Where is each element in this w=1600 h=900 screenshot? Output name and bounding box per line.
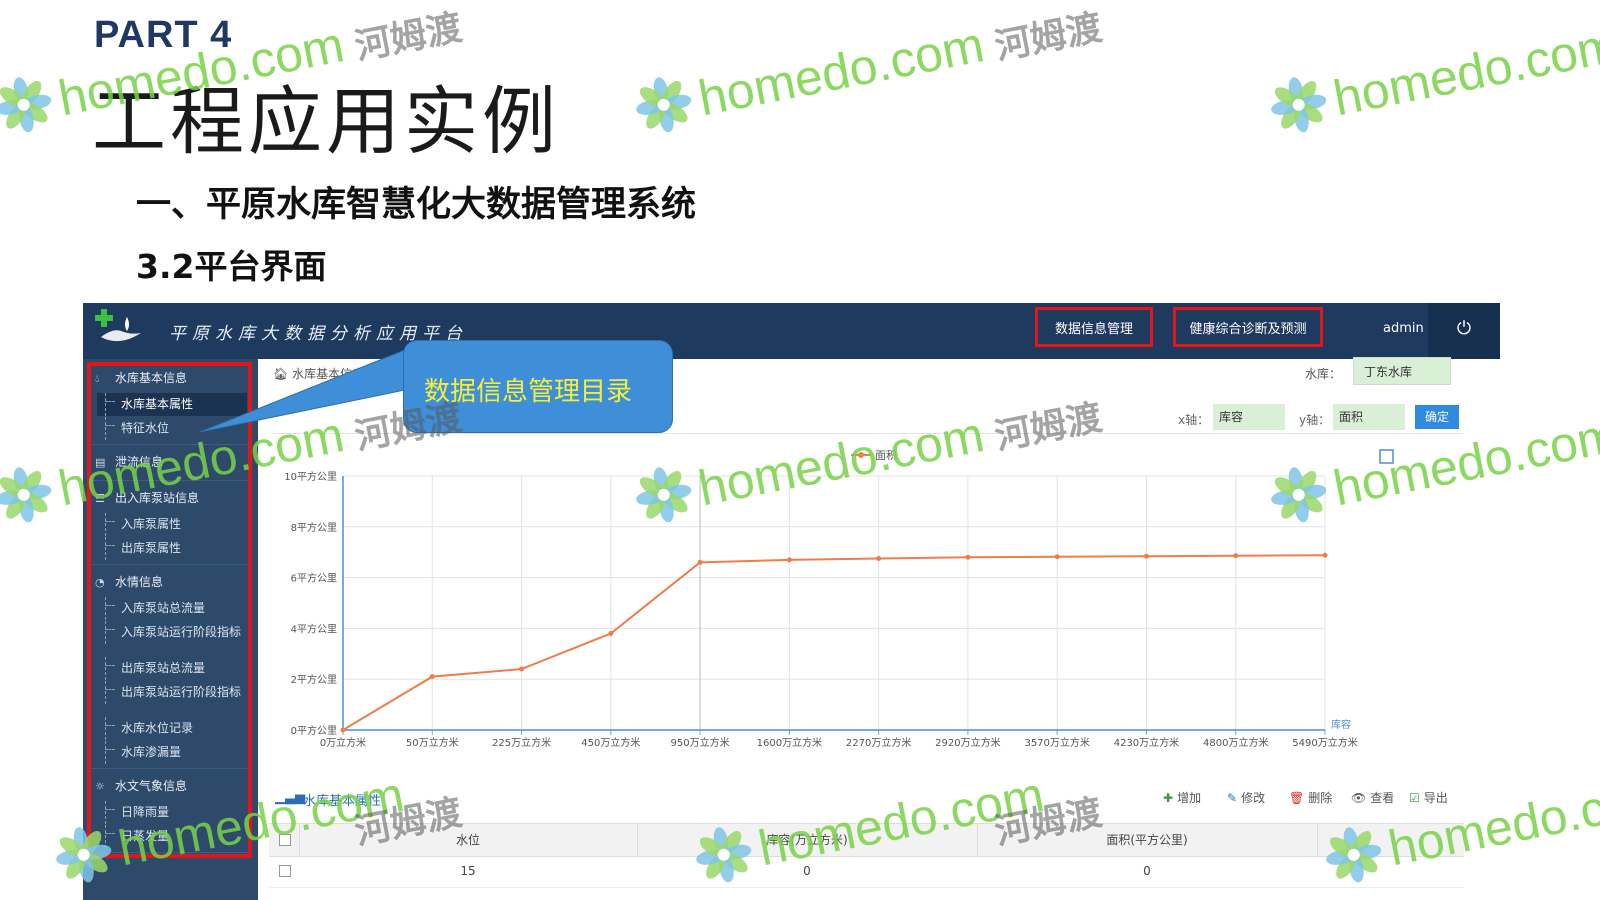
watermark-cn-text: 河姆渡 — [351, 7, 466, 69]
data-point — [876, 556, 882, 562]
callout-box: 数据信息管理目录 — [403, 340, 673, 433]
add-button[interactable]: ✚ 增加 — [1163, 789, 1201, 806]
sub-title: 3.2平台界面 — [136, 247, 327, 286]
y-axis-label: y轴： — [1299, 413, 1331, 427]
eye-icon: 👁︎ — [1351, 791, 1367, 805]
power-icon[interactable]: ⏻ — [1428, 303, 1500, 359]
x-tick-label: 225万立方米 — [492, 736, 551, 749]
view-button[interactable]: 👁︎ 查看 — [1351, 789, 1394, 806]
data-point — [1143, 553, 1149, 559]
x-tick-label: 4800万立方米 — [1203, 736, 1268, 749]
table-header: 水位 库容(万立方米) 面积(平方公里) — [269, 823, 1464, 857]
x-tick-label: 0万立方米 — [320, 736, 366, 749]
x-axis-select[interactable]: 库容 — [1213, 404, 1285, 430]
data-point — [1054, 554, 1060, 560]
column-header[interactable]: 面积(平方公里) — [977, 824, 1318, 856]
flower-logo-icon — [1264, 70, 1334, 140]
part-label: PART 4 — [94, 14, 233, 56]
x-axis-label: x轴： — [1178, 413, 1210, 427]
table-cell: 0 — [803, 864, 811, 878]
delete-button[interactable]: 🗑︎ 删除 — [1289, 789, 1332, 806]
x-tick-label: 50万立方米 — [406, 736, 459, 749]
x-tick-label: 950万立方米 — [671, 736, 730, 749]
row-checkbox[interactable] — [279, 865, 291, 877]
reservoir-label: 水库： — [1305, 367, 1342, 381]
data-point — [965, 554, 971, 560]
y-tick-label: 4平方公里 — [291, 622, 337, 635]
edit-label: 修改 — [1241, 791, 1266, 805]
column-header[interactable]: 水位 — [299, 824, 638, 856]
bar-chart-icon: ▁▃▅ — [275, 790, 305, 805]
data-point — [608, 630, 614, 636]
y-tick-label: 10平方公里 — [284, 470, 337, 483]
pencil-icon: ✎ — [1227, 791, 1238, 805]
plus-icon: ✚ — [1163, 791, 1174, 805]
row-select-cell[interactable] — [269, 855, 299, 887]
x-tick-label: 2270万立方米 — [846, 736, 911, 749]
y-axis-select[interactable]: 面积 — [1333, 404, 1405, 430]
table-cell: 0 — [1143, 864, 1151, 878]
data-point — [340, 727, 346, 733]
divider — [273, 433, 1463, 434]
export-icon: ☑ — [1409, 791, 1420, 805]
data-point — [519, 666, 525, 672]
legend-label: 面积 — [875, 449, 897, 462]
save-image-icon[interactable] — [1379, 449, 1394, 464]
data-point — [1233, 553, 1239, 559]
data-point — [786, 557, 792, 563]
flower-logo-icon — [0, 70, 59, 140]
x-tick-label: 450万立方米 — [581, 736, 640, 749]
watermark-url: homedo.com — [1328, 16, 1600, 127]
table-cell: 15 — [460, 864, 476, 878]
data-point — [697, 559, 703, 565]
watermark: homedo.com — [629, 13, 989, 140]
watermark-cn: 河姆渡 — [980, 0, 1106, 72]
x-tick-label: 5490万立方米 — [1292, 736, 1357, 749]
data-point — [429, 674, 435, 680]
slide-title: 工程应用实例 — [92, 79, 560, 165]
y-tick-label: 8平方公里 — [291, 521, 337, 534]
confirm-button[interactable]: 确定 — [1415, 405, 1459, 429]
callout-text: 数据信息管理目录 — [424, 377, 633, 407]
health-diagnosis-nav-button[interactable]: 健康综合诊断及预测 — [1173, 307, 1323, 347]
export-button[interactable]: ☑ 导出 — [1409, 789, 1448, 806]
area-capacity-chart: 面积 0平方公里 2平方公里 4平方公里 6平方公里 8平方公里 10平方公里 0万立方米 50… — [284, 449, 1394, 749]
watermark-url: homedo.com — [693, 16, 989, 127]
column-header[interactable]: 库容(万立方米) — [637, 824, 978, 856]
x-axis-name: 库容 — [1331, 718, 1351, 731]
data-point — [1322, 552, 1328, 558]
watermark: homedo.com — [1264, 13, 1600, 140]
table-title: 水库基本属性 — [303, 794, 382, 809]
x-tick-label: 4230万立方米 — [1114, 736, 1179, 749]
data-management-nav-button[interactable]: 数据信息管理 — [1035, 307, 1153, 347]
table-row[interactable]: 15 0 0 — [269, 855, 1464, 888]
y-tick-label: 2平方公里 — [291, 673, 337, 686]
select-all-checkbox[interactable] — [279, 834, 291, 846]
user-menu[interactable]: admin — [1383, 321, 1424, 336]
y-tick-label: 0平方公里 — [291, 724, 337, 737]
series-line — [342, 554, 1326, 731]
add-label: 增加 — [1177, 791, 1202, 805]
export-label: 导出 — [1423, 791, 1448, 805]
flower-logo-icon — [0, 460, 59, 530]
reservoir-select[interactable]: 丁东水库 — [1353, 357, 1451, 385]
x-tick-label: 2920万立方米 — [935, 736, 1000, 749]
section-title: 一、平原水库智慧化大数据管理系统 — [136, 185, 697, 225]
watermark-cn-text: 河姆渡 — [991, 7, 1106, 69]
delete-label: 删除 — [1308, 791, 1333, 805]
y-tick-label: 6平方公里 — [291, 572, 337, 585]
callout-pointer — [199, 349, 406, 433]
app-logo-icon — [95, 309, 141, 342]
view-label: 查看 — [1370, 791, 1395, 805]
legend-marker — [858, 452, 864, 458]
select-all-cell[interactable] — [269, 824, 300, 856]
trash-icon: 🗑︎ — [1289, 791, 1305, 805]
x-tick-label: 1600万立方米 — [757, 736, 822, 749]
x-tick-label: 3570万立方米 — [1024, 736, 1089, 749]
sidebar: 💧︎ 水库基本信息 水库基本属性 特征水位 ▤ 泄流信息 ☰ 出入库泵站信息 入库泵属性 出库泵属… — [83, 359, 258, 900]
edit-button[interactable]: ✎ 修改 — [1227, 789, 1265, 806]
flower-logo-icon — [629, 70, 699, 140]
